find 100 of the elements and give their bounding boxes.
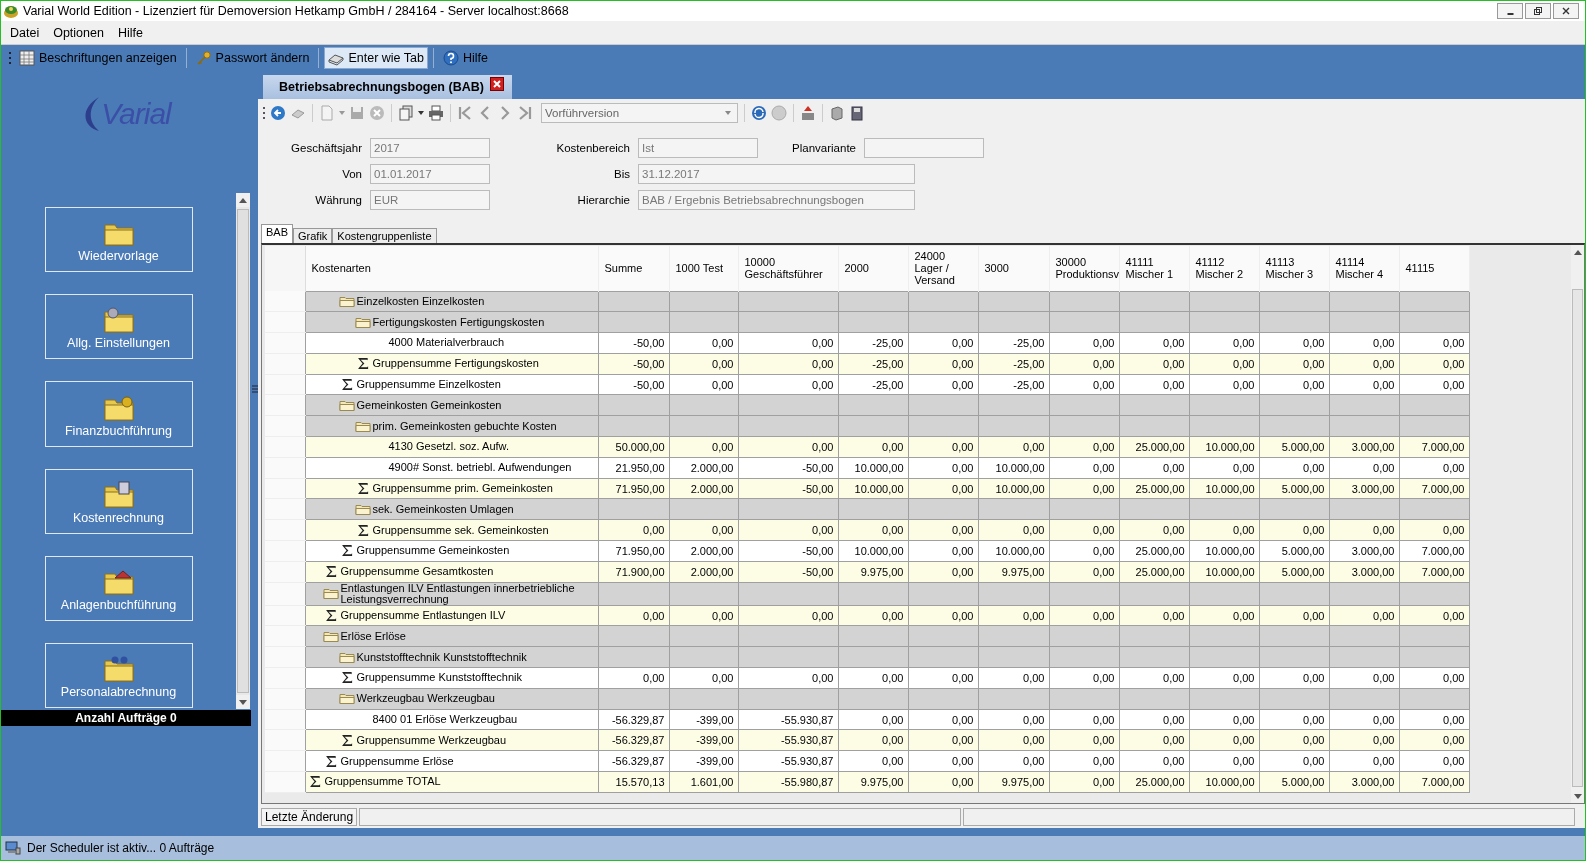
module-button[interactable]: Finanzbuchführung: [44, 381, 193, 447]
table-cell: 0,00: [978, 667, 1049, 689]
column-header[interactable]: 2000: [838, 246, 908, 291]
table-cell: 0,00: [1259, 374, 1329, 395]
table-cell: 0,00: [669, 605, 738, 626]
toolbar-button[interactable]: Hilfe: [438, 47, 492, 69]
table-cell: 3.000,00: [1329, 478, 1399, 499]
minimize-button[interactable]: [1497, 3, 1523, 19]
input-field[interactable]: EUR: [370, 190, 490, 210]
column-header[interactable]: 1000 Test: [669, 246, 738, 291]
table-cell: 0,00: [1329, 709, 1399, 730]
column-header[interactable]: 24000 Lager / Versand: [908, 246, 978, 291]
cancel-icon[interactable]: [369, 105, 385, 121]
column-header[interactable]: 3000: [978, 246, 1049, 291]
column-header[interactable]: 41112 Mischer 2: [1189, 246, 1259, 291]
table-cell: 0,00: [1399, 667, 1469, 689]
scroll-down-icon[interactable]: [239, 699, 247, 705]
tab[interactable]: Grafik: [293, 228, 333, 243]
column-header[interactable]: Kostenarten: [305, 246, 598, 291]
field-label: Von: [341, 168, 363, 180]
document-tab[interactable]: Betriebsabrechnungsbogen (BAB): [263, 75, 512, 99]
input-field[interactable]: [864, 138, 984, 158]
input-field[interactable]: 2017: [370, 138, 490, 158]
table-cell: 5.000,00: [1259, 771, 1329, 793]
folder-icon: [338, 692, 355, 706]
table-cell: 0,00: [1189, 519, 1259, 541]
dropdown-arrow-icon[interactable]: [725, 111, 731, 115]
scrollbar[interactable]: [1571, 245, 1584, 803]
column-header[interactable]: Summe: [598, 246, 669, 291]
table-cell: 9.975,00: [978, 771, 1049, 793]
caret-icon[interactable]: [418, 111, 424, 115]
menu-item[interactable]: Optionen: [46, 25, 111, 40]
table-cell: 0,00: [1189, 457, 1259, 479]
first-icon[interactable]: [457, 105, 473, 121]
column-header[interactable]: 41115: [1399, 246, 1469, 291]
refresh-icon[interactable]: [751, 105, 767, 121]
column-header[interactable]: 10000 Geschäftsführer: [738, 246, 838, 291]
last-icon[interactable]: [517, 105, 533, 121]
box-icon[interactable]: [829, 105, 845, 121]
table-cell: 3.000,00: [1329, 561, 1399, 583]
table-cell: 0,00: [978, 436, 1049, 458]
scroll-up-icon[interactable]: [1573, 249, 1582, 255]
module-button[interactable]: Wiedervorlage: [44, 207, 193, 273]
table-cell: 0,00: [1329, 457, 1399, 479]
export-icon[interactable]: [800, 105, 816, 121]
version-dropdown[interactable]: Vorführversion: [541, 103, 738, 123]
folder-icon: [322, 587, 339, 601]
input-field[interactable]: 31.12.2017: [638, 164, 915, 184]
folder-icon: [102, 480, 135, 509]
close-icon[interactable]: [489, 77, 504, 91]
column-header[interactable]: 41113 Mischer 3: [1259, 246, 1329, 291]
table-cell: 9.975,00: [838, 771, 908, 793]
toolbar-button[interactable]: Beschriftungen anzeigen: [15, 47, 181, 69]
module-button[interactable]: Allg. Einstellungen: [44, 294, 193, 360]
table-cell: 9.975,00: [978, 561, 1049, 583]
module-button[interactable]: Anlagenbuchführung: [44, 555, 193, 621]
input-field[interactable]: 01.01.2017: [370, 164, 490, 184]
copy-icon[interactable]: [398, 105, 414, 121]
splitter-grip-icon[interactable]: [251, 384, 258, 393]
scroll-up-icon[interactable]: [239, 197, 247, 203]
table-cell: 0,00: [1259, 709, 1329, 730]
table-cell: 0,00: [1399, 729, 1469, 751]
save-icon[interactable]: [349, 105, 365, 121]
table-cell: 1.601,00: [669, 771, 738, 793]
row-label: Gruppensumme Erlöse: [340, 755, 454, 767]
table-cell: 0,00: [1119, 667, 1189, 689]
back-icon[interactable]: [270, 105, 286, 121]
table-cell: 25.000,00: [1119, 478, 1189, 499]
folder-icon: [354, 315, 371, 329]
table-cell: 0,00: [598, 667, 669, 689]
table-cell: 7.000,00: [1399, 540, 1469, 562]
column-header[interactable]: 41111 Mischer 1: [1119, 246, 1189, 291]
column-header[interactable]: 41114 Mischer 4: [1329, 246, 1399, 291]
tab[interactable]: BAB: [261, 224, 293, 243]
table-cell: 10.000,00: [1189, 540, 1259, 562]
restore-button[interactable]: [1525, 3, 1551, 19]
tab[interactable]: Kostengruppenliste: [332, 228, 437, 243]
toolbar-button[interactable]: Enter wie Tab: [324, 47, 428, 69]
table-cell: 0,00: [908, 374, 978, 395]
table-cell: 7.000,00: [1399, 561, 1469, 583]
field-label: Hierarchie: [576, 194, 631, 206]
menu-item[interactable]: Datei: [3, 25, 47, 40]
menu-item[interactable]: Hilfe: [110, 25, 150, 40]
print-icon[interactable]: [428, 105, 444, 121]
table-cell: 0,00: [1399, 709, 1469, 730]
table-cell: -56.329,87: [598, 709, 669, 730]
table-cell: 0,00: [1399, 374, 1469, 395]
scrollbar[interactable]: [236, 193, 250, 709]
module-button[interactable]: Personalabrechnung: [44, 642, 193, 709]
toolbar-button[interactable]: Passwort ändern: [191, 47, 314, 69]
help-icon: [442, 50, 459, 66]
folder-icon: [102, 655, 135, 684]
book-icon[interactable]: [849, 105, 865, 121]
scroll-down-icon[interactable]: [1573, 793, 1582, 799]
input-field[interactable]: Ist: [638, 138, 758, 158]
table-cell: 10.000,00: [978, 478, 1049, 499]
close-button[interactable]: [1553, 3, 1579, 19]
table-cell: 0,00: [1189, 667, 1259, 689]
input-field[interactable]: BAB / Ergebnis Betriebsabrechnungsbogen: [638, 190, 915, 210]
module-button[interactable]: Kostenrechnung: [44, 468, 193, 534]
